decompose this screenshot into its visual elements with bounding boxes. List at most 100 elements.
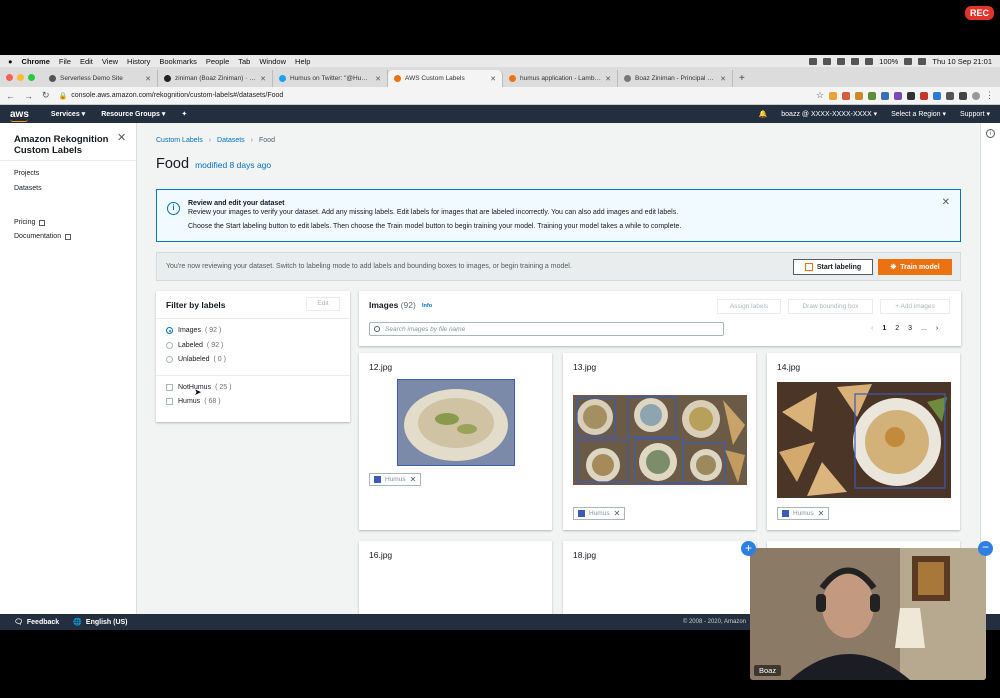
close-tab-icon[interactable]: ✕ bbox=[605, 75, 611, 83]
status-icon[interactable] bbox=[837, 57, 846, 65]
sidebar-item-projects[interactable]: Projects bbox=[14, 170, 39, 177]
extension-icon[interactable] bbox=[894, 91, 902, 100]
dismiss-alert-icon[interactable]: ✕ bbox=[942, 197, 950, 208]
close-tab-icon[interactable]: ✕ bbox=[260, 75, 266, 83]
image-thumbnail[interactable] bbox=[573, 395, 747, 485]
status-icon[interactable] bbox=[809, 57, 818, 65]
image-thumbnail[interactable] bbox=[777, 382, 951, 498]
info-link[interactable]: Info bbox=[422, 303, 432, 309]
support-menu[interactable]: Support ▾ bbox=[960, 110, 990, 118]
checkbox[interactable] bbox=[166, 398, 173, 405]
breadcrumb-datasets[interactable]: Datasets bbox=[217, 137, 245, 144]
extension-icon[interactable] bbox=[829, 91, 837, 100]
menu-tab[interactable]: Tab bbox=[238, 57, 250, 66]
maximize-window-icon[interactable] bbox=[28, 74, 35, 81]
profile-avatar[interactable] bbox=[972, 91, 980, 100]
back-icon[interactable]: ← bbox=[6, 91, 15, 101]
modified-info-link[interactable]: modified 8 days ago bbox=[195, 160, 271, 170]
page-2[interactable]: 2 bbox=[895, 325, 899, 332]
menu-window[interactable]: Window bbox=[259, 57, 286, 66]
sidebar-item-documentation[interactable]: Documentation bbox=[14, 233, 72, 240]
menu-file[interactable]: File bbox=[59, 57, 71, 66]
search-icon[interactable] bbox=[918, 57, 927, 65]
status-icon[interactable] bbox=[823, 57, 832, 65]
breadcrumb-custom-labels[interactable]: Custom Labels bbox=[156, 137, 203, 144]
train-model-button[interactable]: ❋ Train model bbox=[878, 259, 952, 275]
info-icon[interactable]: i bbox=[986, 129, 995, 138]
image-card[interactable]: 14.jpg Humus ✕ bbox=[767, 353, 960, 530]
browser-tab[interactable]: Serverless Demo Site ✕ bbox=[43, 70, 158, 87]
menu-bookmarks[interactable]: Bookmarks bbox=[159, 57, 197, 66]
sidebar-item-pricing[interactable]: Pricing bbox=[14, 219, 46, 226]
menu-view[interactable]: View bbox=[102, 57, 118, 66]
resource-groups-menu[interactable]: Resource Groups ▾ bbox=[101, 110, 165, 118]
new-tab-button[interactable]: + bbox=[739, 73, 745, 84]
extension-icon[interactable] bbox=[933, 91, 941, 100]
radio[interactable] bbox=[166, 342, 173, 349]
region-menu[interactable]: Select a Region ▾ bbox=[891, 110, 946, 118]
menu-people[interactable]: People bbox=[206, 57, 229, 66]
filter-option-unlabeled[interactable]: Unlabeled( 0 ) bbox=[166, 356, 226, 363]
close-tab-icon[interactable]: ✕ bbox=[720, 75, 726, 83]
draw-bounding-box-button[interactable]: Draw bounding box bbox=[788, 299, 873, 314]
bell-icon[interactable]: 🔔 bbox=[759, 110, 768, 118]
checkbox[interactable] bbox=[166, 384, 173, 391]
browser-tab[interactable]: Humus on Twitter: "@Humus ✕ bbox=[273, 70, 388, 87]
prev-page-icon[interactable]: ‹ bbox=[871, 325, 873, 332]
battery-icon[interactable] bbox=[904, 57, 913, 65]
image-card[interactable]: 12.jpg Humus ✕ bbox=[359, 353, 552, 530]
label-filter-humus[interactable]: Humus( 68 ) bbox=[166, 398, 221, 405]
start-labeling-button[interactable]: Start labeling bbox=[793, 259, 873, 275]
reload-icon[interactable]: ↻ bbox=[42, 90, 50, 101]
image-card[interactable]: 13.jpg Humus ✕ bbox=[563, 353, 756, 530]
remove-label-icon[interactable]: ✕ bbox=[818, 509, 825, 518]
zoom-out-button[interactable]: − bbox=[978, 541, 993, 556]
radio[interactable] bbox=[166, 356, 173, 363]
forward-icon[interactable]: → bbox=[24, 91, 33, 101]
wifi-icon[interactable] bbox=[865, 57, 874, 65]
url-field[interactable]: 🔒 console.aws.amazon.com/rekognition/cus… bbox=[59, 92, 816, 100]
close-window-icon[interactable] bbox=[6, 74, 13, 81]
status-icon[interactable] bbox=[851, 57, 860, 65]
image-thumbnail[interactable] bbox=[397, 379, 515, 466]
bookmark-star-icon[interactable]: ☆ bbox=[816, 90, 824, 101]
close-tab-icon[interactable]: ✕ bbox=[490, 75, 496, 83]
add-images-button[interactable]: + Add images bbox=[880, 299, 950, 314]
menu-help[interactable]: Help bbox=[295, 57, 310, 66]
extension-icon[interactable] bbox=[946, 91, 954, 100]
services-menu[interactable]: Services ▾ bbox=[51, 110, 85, 118]
extension-icon[interactable] bbox=[907, 91, 915, 100]
remove-label-icon[interactable]: ✕ bbox=[410, 475, 417, 484]
zoom-in-button[interactable]: + bbox=[741, 541, 756, 556]
extension-icon[interactable] bbox=[855, 91, 863, 100]
radio-selected[interactable] bbox=[166, 327, 173, 334]
page-3[interactable]: 3 bbox=[908, 325, 912, 332]
extension-icon[interactable] bbox=[842, 91, 850, 100]
aws-logo[interactable]: aws bbox=[10, 109, 29, 122]
close-tab-icon[interactable]: ✕ bbox=[145, 75, 151, 83]
browser-tab[interactable]: ziniman (Boaz Ziniman) · GitH ✕ bbox=[158, 70, 273, 87]
assign-labels-button[interactable]: Assign labels bbox=[717, 299, 781, 314]
edit-labels-button[interactable]: Edit bbox=[306, 297, 340, 311]
extension-icon[interactable] bbox=[881, 91, 889, 100]
language-selector[interactable]: 🌐 English (US) bbox=[73, 618, 127, 627]
image-card[interactable]: 18.jpg bbox=[563, 541, 756, 614]
close-sidebar-icon[interactable]: ✕ bbox=[117, 131, 126, 144]
image-card[interactable]: 16.jpg bbox=[359, 541, 552, 614]
filter-option-labeled[interactable]: Labeled( 92 ) bbox=[166, 342, 223, 349]
remove-label-icon[interactable]: ✕ bbox=[614, 509, 621, 518]
pin-icon[interactable]: ✦ bbox=[181, 110, 187, 118]
page-1[interactable]: 1 bbox=[882, 325, 886, 332]
browser-tab[interactable]: Boaz Ziniman - Principal Deve ✕ bbox=[618, 70, 733, 87]
minimize-window-icon[interactable] bbox=[17, 74, 24, 81]
close-tab-icon[interactable]: ✕ bbox=[375, 75, 381, 83]
menu-edit[interactable]: Edit bbox=[80, 57, 93, 66]
apple-icon[interactable]: ● bbox=[8, 57, 13, 66]
sidebar-item-datasets[interactable]: Datasets bbox=[14, 185, 42, 192]
menu-history[interactable]: History bbox=[127, 57, 150, 66]
menu-chrome[interactable]: Chrome bbox=[22, 57, 50, 66]
account-menu[interactable]: boazz @ XXXX-XXXX-XXXX ▾ bbox=[781, 110, 877, 118]
next-page-icon[interactable]: › bbox=[936, 325, 938, 332]
extension-icon[interactable] bbox=[868, 91, 876, 100]
feedback-link[interactable]: 🗨 Feedback bbox=[14, 618, 59, 627]
